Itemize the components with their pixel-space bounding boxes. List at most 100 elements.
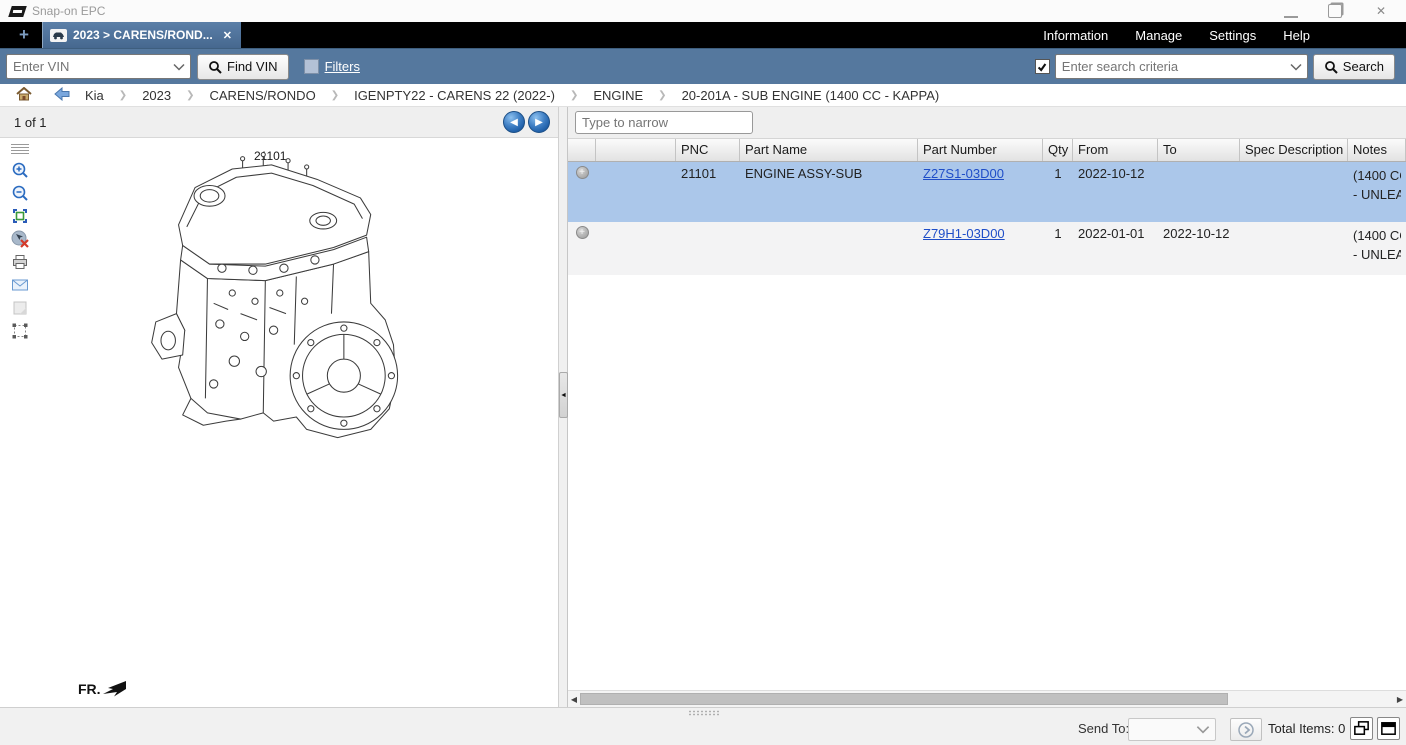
menu-settings[interactable]: Settings <box>1209 28 1256 43</box>
scroll-right-icon[interactable]: ▶ <box>1395 693 1405 705</box>
send-go-button[interactable] <box>1230 718 1262 741</box>
illustration-panel: 1 of 1 ◀ ▶ <box>0 107 558 707</box>
collapse-left-icon[interactable]: ◄ <box>559 372 568 418</box>
expand-row-icon[interactable] <box>576 166 589 179</box>
print-icon[interactable] <box>11 253 29 271</box>
menu-help[interactable]: Help <box>1283 28 1310 43</box>
search-scope-checkbox[interactable] <box>1035 59 1050 74</box>
column-qty[interactable]: Qty <box>1043 139 1073 161</box>
email-icon[interactable] <box>11 276 29 294</box>
column-icons[interactable] <box>596 139 676 161</box>
cell-notes: (1400 CC - UNLEAD <box>1348 162 1406 222</box>
chevron-down-icon[interactable] <box>172 59 190 74</box>
go-arrow-icon <box>1237 721 1255 739</box>
send-to-label: Send To: <box>1078 721 1129 736</box>
column-expand[interactable] <box>568 139 596 161</box>
front-direction-indicator: FR. <box>78 679 127 697</box>
breadcrumb-item-year[interactable]: 2023 <box>142 88 171 103</box>
filters-checkbox[interactable] <box>304 59 319 74</box>
notes-line-1: (1400 CC <box>1353 166 1401 185</box>
parts-filter-row <box>568 107 1406 138</box>
table-row-selected[interactable]: 21101 ENGINE ASSY-SUB Z27S1-03D00 1 2022… <box>568 162 1406 222</box>
main-area: 1 of 1 ◀ ▶ <box>0 107 1406 707</box>
column-from[interactable]: From <box>1073 139 1158 161</box>
tab-close-icon[interactable]: ✕ <box>223 29 232 42</box>
engine-line-drawing <box>141 138 431 448</box>
breadcrumb-item-model[interactable]: CARENS/RONDO <box>210 88 316 103</box>
cell-pnc <box>676 222 740 275</box>
chevron-down-icon[interactable] <box>1289 59 1307 74</box>
find-vin-button[interactable]: Find VIN <box>197 54 289 80</box>
column-spec-description[interactable]: Spec Description <box>1240 139 1348 161</box>
tab-carens-rondo[interactable]: 2023 > CARENS/ROND... ✕ <box>42 22 241 48</box>
cell-qty: 1 <box>1043 222 1073 275</box>
table-row[interactable]: Z79H1-03D00 1 2022-01-01 2022-10-12 (140… <box>568 222 1406 275</box>
illustration-header: 1 of 1 ◀ ▶ <box>0 107 558 138</box>
scrollbar-thumb[interactable] <box>580 693 1228 705</box>
cell-qty: 1 <box>1043 162 1073 222</box>
breadcrumb-item-group[interactable]: ENGINE <box>593 88 643 103</box>
menu-information[interactable]: Information <box>1043 28 1108 43</box>
back-arrow-icon[interactable] <box>54 87 70 104</box>
window-title: Snap-on EPC <box>32 4 105 18</box>
column-part-name[interactable]: Part Name <box>740 139 918 161</box>
breadcrumb-item-section[interactable]: 20-201A - SUB ENGINE (1400 CC - KAPPA) <box>682 88 940 103</box>
column-part-number[interactable]: Part Number <box>918 139 1043 161</box>
search-button[interactable]: Search <box>1313 54 1395 80</box>
next-illustration-button[interactable]: ▶ <box>528 111 550 133</box>
new-tab-button[interactable]: + <box>14 25 34 45</box>
cell-from: 2022-01-01 <box>1073 222 1158 275</box>
status-bar: Send To: Total Items: 0 <box>0 707 1406 745</box>
page-indicator: 1 of 1 <box>14 115 47 130</box>
breadcrumb-item-make[interactable]: Kia <box>85 88 104 103</box>
search-criteria-combobox[interactable] <box>1055 54 1308 79</box>
illustration-viewport[interactable]: 21101 <box>0 138 558 707</box>
zoom-out-icon[interactable] <box>11 184 29 202</box>
part-number-link[interactable]: Z27S1-03D00 <box>923 166 1004 181</box>
cell-spec <box>1240 162 1348 222</box>
column-pnc[interactable]: PNC <box>676 139 740 161</box>
pan-disabled-icon[interactable] <box>11 230 29 248</box>
vin-combobox[interactable] <box>6 54 191 79</box>
chevron-separator-icon: ❯ <box>119 90 127 101</box>
filters-link[interactable]: Filters <box>325 59 360 74</box>
vin-input[interactable] <box>7 59 172 74</box>
column-to[interactable]: To <box>1158 139 1240 161</box>
send-to-dropdown[interactable] <box>1128 718 1216 741</box>
menu-manage[interactable]: Manage <box>1135 28 1182 43</box>
cell-from: 2022-10-12 <box>1073 162 1158 222</box>
part-number-link[interactable]: Z79H1-03D00 <box>923 226 1005 241</box>
expand-row-icon[interactable] <box>576 226 589 239</box>
home-icon[interactable] <box>16 87 32 104</box>
engine-diagram[interactable]: 21101 <box>36 138 556 707</box>
close-window-icon[interactable]: ✕ <box>1374 4 1388 18</box>
zoom-in-icon[interactable] <box>11 161 29 179</box>
tab-bar: + 2023 > CARENS/ROND... ✕ Information Ma… <box>0 22 1406 48</box>
narrow-input[interactable] <box>575 111 753 134</box>
column-notes[interactable]: Notes <box>1348 139 1406 161</box>
search-criteria-input[interactable] <box>1056 59 1289 74</box>
front-arrow-icon <box>101 679 127 697</box>
collapse-arrow-glyph: ◄ <box>560 392 567 399</box>
toolbar-grip-handle[interactable] <box>11 144 29 154</box>
cell-pnc: 21101 <box>676 162 740 222</box>
select-region-icon[interactable] <box>11 322 29 340</box>
chevron-separator-icon: ❯ <box>658 90 666 101</box>
check-icon <box>1036 61 1048 73</box>
resize-grip-dots[interactable] <box>688 710 720 716</box>
dock-window-icon[interactable] <box>1377 717 1400 740</box>
notes-line-1: (1400 CC <box>1353 226 1401 245</box>
float-windows-icon[interactable] <box>1350 717 1373 740</box>
cell-part-name: ENGINE ASSY-SUB <box>740 162 918 222</box>
previous-illustration-button[interactable]: ◀ <box>503 111 525 133</box>
fit-to-window-icon[interactable] <box>11 207 29 225</box>
minimize-icon[interactable] <box>1284 4 1298 18</box>
chevron-separator-icon: ❯ <box>570 90 578 101</box>
panel-splitter[interactable]: ◄ <box>558 107 568 707</box>
breadcrumb-item-catalog[interactable]: IGENPTY22 - CARENS 22 (2022-) <box>354 88 555 103</box>
illustration-toolbar <box>8 144 32 340</box>
restore-icon[interactable] <box>1328 4 1342 18</box>
search-toolbar: Find VIN Filters Search <box>0 48 1406 84</box>
scroll-left-icon[interactable]: ◀ <box>569 693 579 705</box>
snapshot-disabled-icon[interactable] <box>11 299 29 317</box>
